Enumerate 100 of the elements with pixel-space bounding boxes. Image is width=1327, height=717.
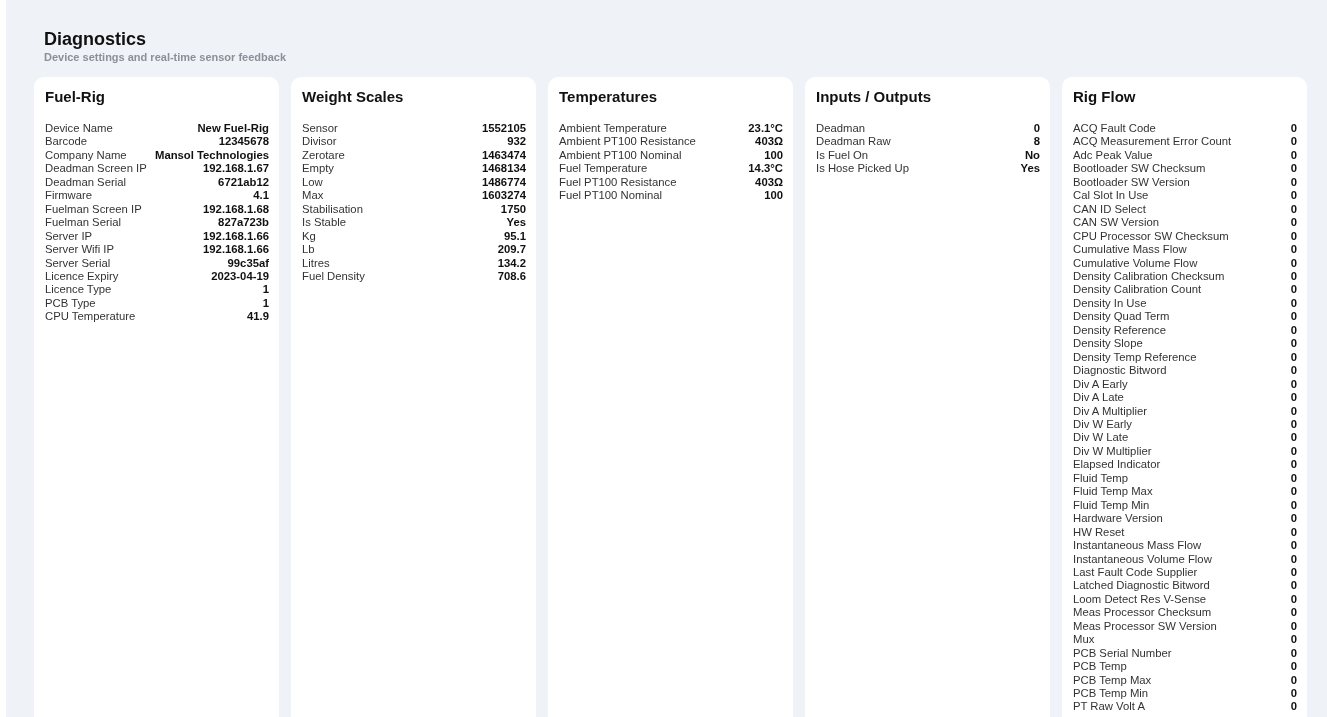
- field-label: PCB Type: [45, 296, 96, 311]
- field-label: PCB Temp Max: [1073, 673, 1152, 688]
- field-label: Zerotare: [302, 148, 345, 163]
- panel-title: Weight Scales: [302, 87, 405, 107]
- field-value: 0: [1290, 633, 1297, 647]
- field-value: 0: [1290, 256, 1297, 270]
- field-value: 0: [1290, 270, 1297, 284]
- field-label: Diagnostic Bitword: [1073, 364, 1167, 378]
- panel-title: Inputs / Outputs: [816, 87, 932, 107]
- field-value: 100: [764, 148, 783, 163]
- field-label: Deadman Serial: [45, 175, 126, 190]
- field-label: Adc Peak Value: [1073, 148, 1153, 163]
- field-value: 0: [1290, 243, 1297, 257]
- field-value: 0: [1290, 660, 1297, 674]
- field-value: 192.168.1.66: [203, 243, 269, 257]
- page-subtitle: Device settings and real-time sensor feedback: [44, 50, 288, 64]
- field-label: Last Fault Code Supplier: [1073, 565, 1198, 580]
- field-label: Deadman: [816, 122, 865, 136]
- field-value: 0: [1290, 444, 1297, 459]
- field-value: 41.9: [247, 310, 269, 324]
- field-label: Server IP: [45, 229, 93, 244]
- field-value: 0: [1290, 687, 1297, 701]
- field-value: New Fuel-Rig: [197, 122, 269, 136]
- field-value: 0: [1290, 404, 1297, 418]
- field-label: Ambient Temperature: [559, 122, 667, 136]
- panel-title: Temperatures: [559, 87, 659, 107]
- field-label: Barcode: [45, 135, 88, 149]
- field-label: Sensor: [302, 122, 338, 136]
- field-label: Div A Late: [1073, 391, 1124, 405]
- field-label: Is Stable: [302, 216, 346, 230]
- field-label: Meas Processor SW Version: [1073, 619, 1217, 634]
- field-value: Yes: [506, 216, 526, 230]
- field-value: 403Ω: [755, 175, 783, 190]
- field-label: Density Quad Term: [1073, 310, 1170, 324]
- field-label: HW Reset: [1073, 525, 1125, 540]
- field-label: Loom Detect Res V-Sense: [1073, 592, 1207, 607]
- field-value: 0: [1290, 202, 1297, 217]
- field-value: 0: [1290, 565, 1297, 580]
- field-label: PCB Temp: [1073, 660, 1127, 674]
- field-label: CAN SW Version: [1073, 216, 1159, 230]
- field-label: Server Serial: [45, 256, 111, 270]
- field-label: Instantaneous Mass Flow: [1073, 539, 1202, 553]
- field-label: CAN ID Select: [1073, 202, 1146, 217]
- field-label: Hardware Version: [1073, 512, 1163, 526]
- field-value: 0: [1290, 310, 1297, 324]
- field-label: Fuel Density: [302, 270, 365, 284]
- field-label: Ambient PT100 Resistance: [559, 135, 696, 149]
- field-label: Mux: [1073, 633, 1095, 647]
- field-label: Fluid Temp Min: [1073, 498, 1150, 513]
- field-value: 0: [1290, 296, 1297, 311]
- field-label: Latched Diagnostic Bitword: [1073, 579, 1210, 593]
- field-label: Density Calibration Checksum: [1073, 270, 1225, 284]
- field-value: 0: [1290, 619, 1297, 634]
- field-value: 827a723b: [218, 216, 269, 230]
- field-value: Yes: [1020, 162, 1040, 176]
- field-value: 0: [1290, 552, 1297, 566]
- field-label: Server Wifi IP: [45, 243, 115, 257]
- field-label: Fluid Temp Max: [1073, 485, 1153, 499]
- page-title: Diagnostics: [44, 28, 148, 50]
- field-value: 0: [1290, 229, 1297, 244]
- field-value: 0: [1290, 646, 1297, 661]
- field-label: PT Raw Volt A: [1073, 700, 1145, 714]
- field-value: 8: [1033, 135, 1040, 149]
- field-value: 0: [1290, 323, 1297, 338]
- field-value: 708.6: [497, 270, 526, 284]
- field-label: Firmware: [45, 189, 93, 203]
- field-value: 0: [1290, 122, 1297, 136]
- field-value: 0: [1290, 417, 1297, 432]
- field-label: Is Fuel On: [816, 148, 869, 163]
- field-value: 192.168.1.68: [203, 202, 269, 217]
- field-value: 0: [1290, 592, 1297, 607]
- field-label: ACQ Measurement Error Count: [1073, 135, 1232, 149]
- field-label: Cumulative Volume Flow: [1073, 256, 1198, 270]
- field-label: Max: [302, 189, 324, 203]
- field-label: Density Slope: [1073, 337, 1143, 351]
- field-label: Company Name: [45, 148, 127, 163]
- field-value: 0: [1290, 216, 1297, 230]
- field-value: 0: [1290, 364, 1297, 378]
- field-value: 23.1°C: [748, 122, 783, 136]
- field-label: Divisor: [302, 135, 337, 149]
- field-label: Deadman Raw: [816, 135, 891, 149]
- field-label: CPU Temperature: [45, 310, 136, 324]
- panel-title: Rig Flow: [1073, 87, 1137, 107]
- field-label: Fuel PT100 Nominal: [559, 189, 662, 203]
- field-label: Litres: [302, 256, 330, 270]
- field-value: 192.168.1.67: [203, 162, 269, 176]
- field-value: 0: [1290, 673, 1297, 688]
- field-label: CPU Processor SW Checksum: [1073, 229, 1229, 244]
- field-value: 403Ω: [755, 135, 783, 149]
- field-value: 14.3°C: [748, 162, 783, 176]
- field-label: Deadman Screen IP: [45, 162, 147, 176]
- field-value: 0: [1290, 512, 1297, 526]
- field-label: Fuelman Serial: [45, 216, 121, 230]
- field-label: Cumulative Mass Flow: [1073, 243, 1187, 257]
- field-value: 0: [1290, 606, 1297, 620]
- field-label: Div W Multiplier: [1073, 444, 1152, 459]
- field-value: 12345678: [218, 135, 269, 149]
- field-label: Licence Type: [45, 283, 112, 297]
- panel-title: Fuel-Rig: [45, 87, 106, 107]
- field-label: Density Reference: [1073, 323, 1166, 338]
